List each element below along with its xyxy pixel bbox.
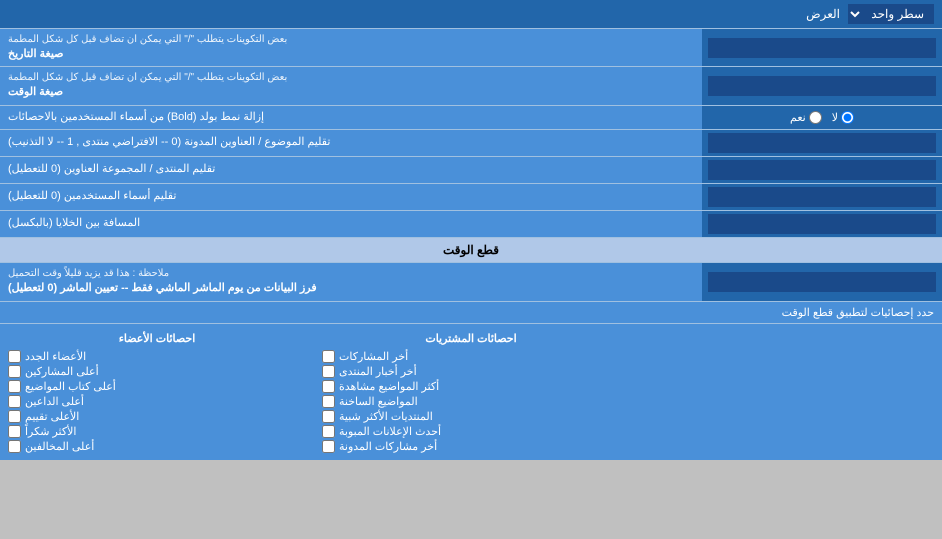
bold-remove-radio-cell: لا نعم — [702, 106, 942, 129]
topic-title-input[interactable]: 33 — [708, 133, 936, 153]
forum-title-label: تقليم المنتدى / المجموعة العناوين (0 للت… — [0, 157, 702, 183]
radio-no-label[interactable]: لا — [832, 111, 854, 124]
list-item: أخر مشاركات المدونة — [322, 439, 620, 454]
list-item: أخر أخبار المنتدى — [322, 364, 620, 379]
forum-title-input-cell: 33 — [702, 157, 942, 183]
time-format-input-cell: H:i — [702, 67, 942, 104]
cell-spacing-row: 2 المسافة بين الخلايا (بالبكسل) — [0, 211, 942, 238]
col2-item6-check[interactable] — [8, 440, 21, 453]
col2-item4-check[interactable] — [8, 410, 21, 423]
list-item: الأعلى تقييم — [8, 409, 306, 424]
usernames-label: تقليم أسماء المستخدمين (0 للتعطيل) — [0, 184, 702, 210]
col2-item4-label[interactable]: الأعلى تقييم — [25, 410, 79, 423]
radio-yes[interactable] — [809, 111, 822, 124]
radio-yes-label[interactable]: نعم — [790, 111, 822, 124]
bold-remove-label: إزالة نمط بولد (Bold) من أسماء المستخدمي… — [0, 106, 702, 129]
empty-col — [628, 328, 942, 456]
usernames-row: 0 تقليم أسماء المستخدمين (0 للتعطيل) — [0, 184, 942, 211]
forum-title-input[interactable]: 33 — [708, 160, 936, 180]
topic-title-row: 33 تقليم الموضوع / العناوين المدونة (0 -… — [0, 130, 942, 157]
checkbox-section: احصائات المشتريات أخر المشاركات أخر أخبا… — [0, 324, 942, 460]
col1-item5-check[interactable] — [322, 425, 335, 438]
time-format-label: بعض التكوينات يتطلب "/" التي يمكن ان تضا… — [0, 67, 702, 104]
col1-item0-label[interactable]: أخر المشاركات — [339, 350, 408, 363]
list-item: المواضيع الساخنة — [322, 394, 620, 409]
cutoff-section-header: قطع الوقت — [0, 238, 942, 263]
list-item: أعلى كتاب المواضيع — [8, 379, 306, 394]
col1-item6-check[interactable] — [322, 440, 335, 453]
col1-item5-label[interactable]: أحدث الإعلانات المبوبة — [339, 425, 441, 438]
time-format-input[interactable]: H:i — [708, 76, 936, 96]
forum-title-row: 33 تقليم المنتدى / المجموعة العناوين (0 … — [0, 157, 942, 184]
cutoff-input[interactable]: 0 — [708, 272, 936, 292]
col2-item3-check[interactable] — [8, 395, 21, 408]
usernames-input[interactable]: 0 — [708, 187, 936, 207]
display-select[interactable]: سطر واحدسطرينثلاثة أسطر — [848, 4, 934, 24]
col1-item3-label[interactable]: المواضيع الساخنة — [339, 395, 418, 408]
time-format-row: H:i بعض التكوينات يتطلب "/" التي يمكن ان… — [0, 67, 942, 105]
col2-item0-check[interactable] — [8, 350, 21, 363]
cell-spacing-input-cell: 2 — [702, 211, 942, 237]
date-format-input[interactable]: d-m — [708, 38, 936, 58]
select-header-row: حدد إحصائيات لتطبيق قطع الوقت — [0, 302, 942, 324]
header-row: سطر واحدسطرينثلاثة أسطر العرض — [0, 0, 942, 29]
topic-title-input-cell: 33 — [702, 130, 942, 156]
topic-title-label: تقليم الموضوع / العناوين المدونة (0 -- ا… — [0, 130, 702, 156]
header-label: العرض — [8, 7, 848, 21]
usernames-input-cell: 0 — [702, 184, 942, 210]
date-format-label: بعض التكوينات يتطلب "/" التي يمكن ان تضا… — [0, 29, 702, 66]
main-container: سطر واحدسطرينثلاثة أسطر العرض d-m بعض ال… — [0, 0, 942, 460]
col2-item1-label[interactable]: أعلى المشاركين — [25, 365, 99, 378]
cutoff-label: ملاحظة : هذا قد يزيد قليلاً وقت التحميل … — [0, 263, 702, 300]
select-header-label: حدد إحصائيات لتطبيق قطع الوقت — [0, 302, 942, 323]
col1-item2-check[interactable] — [322, 380, 335, 393]
col1-item2-label[interactable]: أكثر المواضيع مشاهدة — [339, 380, 439, 393]
list-item: أعلى المشاركين — [8, 364, 306, 379]
col2-item3-label[interactable]: أعلى الداعين — [25, 395, 84, 408]
checkbox-col-1: احصائات المشتريات أخر المشاركات أخر أخبا… — [314, 328, 628, 456]
col1-item6-label[interactable]: أخر مشاركات المدونة — [339, 440, 437, 453]
date-format-input-cell: d-m — [702, 29, 942, 66]
date-format-row: d-m بعض التكوينات يتطلب "/" التي يمكن ان… — [0, 29, 942, 67]
col2-item6-label[interactable]: أعلى المخالفين — [25, 440, 94, 453]
radio-no[interactable] — [841, 111, 854, 124]
list-item: الأعضاء الجدد — [8, 349, 306, 364]
col1-item0-check[interactable] — [322, 350, 335, 363]
col1-item1-label[interactable]: أخر أخبار المنتدى — [339, 365, 417, 378]
list-item: أخر المشاركات — [322, 349, 620, 364]
list-item: أعلى الداعين — [8, 394, 306, 409]
col2-header: احصائات الأعضاء — [8, 330, 306, 349]
list-item: أحدث الإعلانات المبوبة — [322, 424, 620, 439]
col2-item5-check[interactable] — [8, 425, 21, 438]
cutoff-row: 0 ملاحظة : هذا قد يزيد قليلاً وقت التحمي… — [0, 263, 942, 301]
list-item: أعلى المخالفين — [8, 439, 306, 454]
checkbox-col-2: احصائات الأعضاء الأعضاء الجدد أعلى المشا… — [0, 328, 314, 456]
bold-remove-row: لا نعم إزالة نمط بولد (Bold) من أسماء ال… — [0, 106, 942, 130]
list-item: المنتديات الأكثر شبية — [322, 409, 620, 424]
cell-spacing-label: المسافة بين الخلايا (بالبكسل) — [0, 211, 702, 237]
col2-item2-check[interactable] — [8, 380, 21, 393]
col2-item0-label[interactable]: الأعضاء الجدد — [25, 350, 86, 363]
cutoff-input-cell: 0 — [702, 263, 942, 300]
col1-header: احصائات المشتريات — [322, 330, 620, 349]
col2-item1-check[interactable] — [8, 365, 21, 378]
list-item: أكثر المواضيع مشاهدة — [322, 379, 620, 394]
list-item: الأكثر شكراً — [8, 424, 306, 439]
col2-item2-label[interactable]: أعلى كتاب المواضيع — [25, 380, 116, 393]
cell-spacing-input[interactable]: 2 — [708, 214, 936, 234]
col1-item1-check[interactable] — [322, 365, 335, 378]
col2-item5-label[interactable]: الأكثر شكراً — [25, 425, 76, 438]
col1-item4-check[interactable] — [322, 410, 335, 423]
col1-item3-check[interactable] — [322, 395, 335, 408]
col1-item4-label[interactable]: المنتديات الأكثر شبية — [339, 410, 433, 423]
